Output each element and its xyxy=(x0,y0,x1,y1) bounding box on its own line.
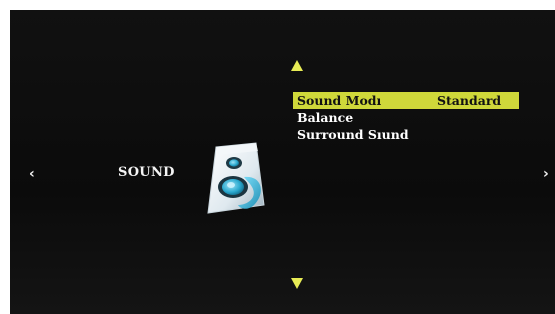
menu-item-surround-sound[interactable]: Surround Sıund xyxy=(293,126,519,143)
sound-settings-menu: Sound Modı Standard Balance Surround Sıu… xyxy=(293,92,519,143)
tv-osd-screen: ‹ › SOUND Sound Modı Standard Balance Su… xyxy=(10,10,555,314)
scroll-up-arrow-icon[interactable] xyxy=(291,60,303,71)
menu-item-value: Standard xyxy=(437,93,502,108)
next-category-arrow-icon[interactable]: › xyxy=(543,167,549,181)
speaker-icon xyxy=(207,142,265,214)
category-title: SOUND xyxy=(118,165,175,180)
menu-item-label: Sound Modı xyxy=(297,93,382,108)
previous-category-arrow-icon[interactable]: ‹ xyxy=(29,167,35,181)
menu-item-label: Balance xyxy=(297,110,354,125)
menu-item-label: Surround Sıund xyxy=(297,127,409,142)
menu-item-sound-mode[interactable]: Sound Modı Standard xyxy=(293,92,519,109)
scroll-down-arrow-icon[interactable] xyxy=(291,278,303,289)
menu-item-balance[interactable]: Balance xyxy=(293,109,519,126)
